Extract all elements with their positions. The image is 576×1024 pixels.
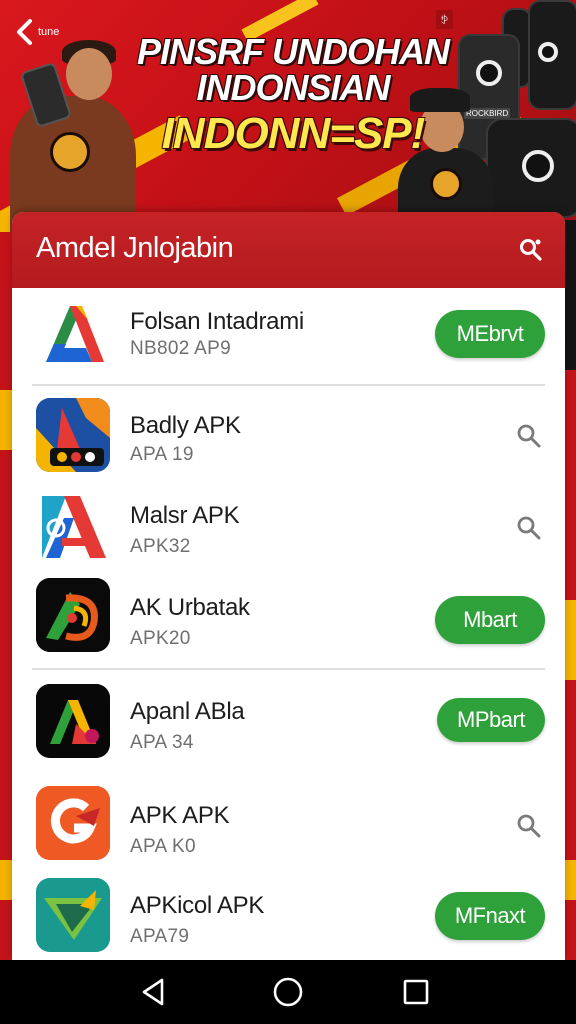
download-button[interactable]: MFnaxt (435, 892, 545, 940)
app-name: Badly APK (130, 412, 241, 439)
triangle-back-icon (142, 978, 164, 1006)
google-ads-like-icon (36, 296, 110, 370)
nav-home-button[interactable] (270, 974, 306, 1010)
green-arrow-icon (36, 878, 110, 952)
app-subtitle: APA79 (130, 926, 190, 947)
nav-recents-button[interactable] (398, 974, 434, 1010)
download-button[interactable]: MEbrvt (435, 310, 545, 358)
banner-brand-mark: ꉣ (436, 10, 453, 29)
app-subtitle: APA 34 (130, 732, 194, 753)
list-item[interactable]: APKicol APK APA79 MFnaxt (12, 872, 565, 960)
list-item[interactable]: AK Urbatak APK20 Mbart (12, 572, 565, 662)
phone-illustration (528, 0, 576, 110)
app-subtitle: APK32 (130, 536, 191, 557)
list-item[interactable]: Apanl ABla APA 34 MPbart (12, 676, 565, 766)
app-list-panel: Amdel Jnlojabin Folsan Intadrami NB802 A… (12, 212, 565, 960)
panel-header: Amdel Jnlojabin (12, 212, 565, 288)
circle-home-icon (273, 977, 303, 1007)
phone-illustration (486, 118, 576, 218)
app-name: Folsan Intadrami (130, 308, 304, 335)
banner-person-left (0, 36, 140, 232)
app-name: AK Urbatak (130, 594, 250, 621)
edge-decoration (564, 220, 576, 370)
back-label: tune (38, 26, 60, 38)
app-subtitle: APA 19 (130, 444, 194, 465)
divider (32, 668, 545, 670)
page-title: Amdel Jnlojabin (36, 232, 234, 264)
dark-swirl-icon (36, 578, 110, 652)
app-subtitle: NB802 AP9 (130, 338, 231, 359)
list-item[interactable]: APK APK APA K0 (12, 778, 565, 868)
app-subtitle: APK20 (130, 628, 191, 649)
shirt-emblem (430, 168, 462, 200)
banner-headline: PINSRF UNDOHAN INDONSIAN INDONN=SP! (128, 34, 458, 156)
header-search-button[interactable] (515, 234, 547, 266)
list-item[interactable]: Malsr APK APK32 (12, 480, 565, 570)
search-icon[interactable] (515, 422, 543, 450)
app-name: Malsr APK (130, 502, 240, 529)
search-share-icon (520, 239, 542, 261)
square-recents-icon (403, 979, 429, 1005)
gradient-a-icon (36, 684, 110, 758)
search-icon[interactable] (515, 812, 543, 840)
nav-back-button[interactable] (136, 974, 172, 1010)
multicolor-game-icon (36, 398, 110, 472)
download-button[interactable]: Mbart (435, 596, 545, 644)
headline-line-2: INDONSIAN (196, 67, 390, 108)
list-item[interactable]: Badly APK APA 19 (12, 388, 565, 478)
app-subtitle: APA K0 (130, 836, 196, 857)
orange-g-icon (36, 786, 110, 860)
search-icon[interactable] (515, 514, 543, 542)
blue-red-a-icon (36, 488, 110, 562)
download-button[interactable]: MPbart (437, 698, 545, 742)
system-navigation-bar (0, 960, 576, 1024)
divider (32, 384, 545, 386)
back-button[interactable]: tune (14, 14, 70, 50)
list-item[interactable]: Folsan Intadrami NB802 AP9 MEbrvt (12, 288, 565, 378)
headline-line-1: PINSRF UNDOHAN (136, 31, 450, 72)
person-head (66, 48, 112, 100)
headline-line-3: INDONN=SP! (161, 109, 426, 158)
chevron-left-icon (17, 19, 32, 45)
app-name: APK APK (130, 802, 230, 829)
app-name: Apanl ABla (130, 698, 245, 725)
promo-banner: ROCKBIRD PINSRF UNDOHAN INDONSIAN INDONN… (0, 0, 576, 232)
app-name: APKicol APK (130, 892, 265, 919)
shirt-emblem (50, 132, 90, 172)
